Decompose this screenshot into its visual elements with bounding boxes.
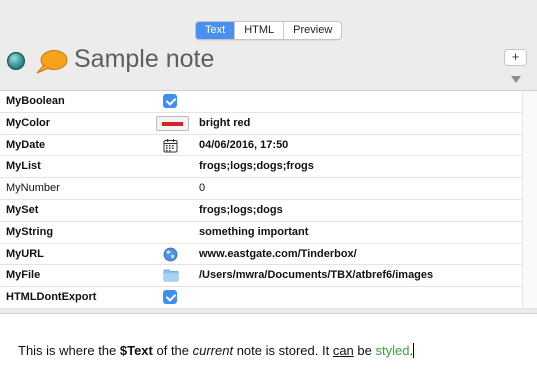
table-row[interactable]: MyList frogs;logs;dogs;frogs xyxy=(0,156,537,179)
attribute-name: MyNumber xyxy=(6,182,60,195)
tab-html[interactable]: HTML xyxy=(234,22,283,39)
table-row[interactable]: MySet frogs;logs;dogs xyxy=(0,200,537,222)
teal-orb-icon[interactable] xyxy=(7,52,25,70)
add-attribute-button[interactable]: + xyxy=(504,49,527,66)
view-mode-selector[interactable]: Text HTML Preview xyxy=(195,21,343,40)
attribute-value[interactable]: bright red xyxy=(199,117,250,129)
table-row[interactable]: HTMLDontExport xyxy=(0,287,537,309)
note-title[interactable]: Sample note xyxy=(74,45,214,74)
table-row[interactable]: MyFile /Users/mwra/Documents/TBX/atbref6… xyxy=(0,265,537,288)
checkbox-checked-icon[interactable] xyxy=(163,290,177,305)
attribute-name: MySet xyxy=(6,203,39,216)
attribute-value[interactable]: 04/06/2016, 17:50 xyxy=(199,139,288,151)
table-row[interactable]: MyURL www.eastgate.com/Tinderbox/ xyxy=(0,244,537,266)
attribute-value[interactable]: something important xyxy=(199,226,308,238)
attribute-name: HTMLDontExport xyxy=(6,291,97,304)
attribute-value[interactable]: frogs;logs;dogs xyxy=(199,204,283,216)
table-row[interactable]: MyDate 04/06/2016, 17:50 xyxy=(0,135,537,157)
table-row[interactable]: MyNumber 0 xyxy=(0,178,537,200)
tab-text[interactable]: Text xyxy=(196,22,235,39)
attribute-value[interactable]: www.eastgate.com/Tinderbox/ xyxy=(199,248,357,260)
checkbox-checked-icon[interactable] xyxy=(163,94,177,108)
tab-preview[interactable]: Preview xyxy=(283,22,341,39)
color-swatch[interactable] xyxy=(156,115,189,131)
attribute-name: MyURL xyxy=(6,247,44,260)
attribute-value[interactable]: frogs;logs;dogs;frogs xyxy=(199,160,314,172)
note-text[interactable]: This is where the $Text of the current n… xyxy=(18,343,415,358)
attribute-value[interactable]: 0 xyxy=(199,182,205,194)
attribute-name: MyBoolean xyxy=(6,95,65,107)
folder-icon[interactable] xyxy=(163,268,179,282)
table-row[interactable]: MyBoolean xyxy=(0,91,537,113)
attribute-table: MyBoolean MyColor bright red MyDate 04/0… xyxy=(0,90,537,309)
attribute-name: MyDate xyxy=(6,138,46,151)
attribute-name: MyList xyxy=(6,160,41,173)
attribute-name: MyColor xyxy=(6,116,50,129)
calendar-icon[interactable] xyxy=(163,138,178,153)
table-row[interactable]: MyColor bright red xyxy=(0,113,537,135)
attribute-name: MyFile xyxy=(6,269,41,282)
globe-icon[interactable] xyxy=(163,247,178,262)
attribute-name: MyString xyxy=(6,225,54,238)
scrollbar[interactable] xyxy=(522,91,537,308)
text-editor[interactable]: This is where the $Text of the current n… xyxy=(0,313,537,369)
attribute-value[interactable]: /Users/mwra/Documents/TBX/atbref6/images xyxy=(199,269,433,281)
triangle-down-icon[interactable] xyxy=(511,76,521,83)
table-row[interactable]: MyString something important xyxy=(0,222,537,244)
speech-bubble-icon[interactable] xyxy=(34,49,68,75)
text-cursor xyxy=(413,343,415,358)
